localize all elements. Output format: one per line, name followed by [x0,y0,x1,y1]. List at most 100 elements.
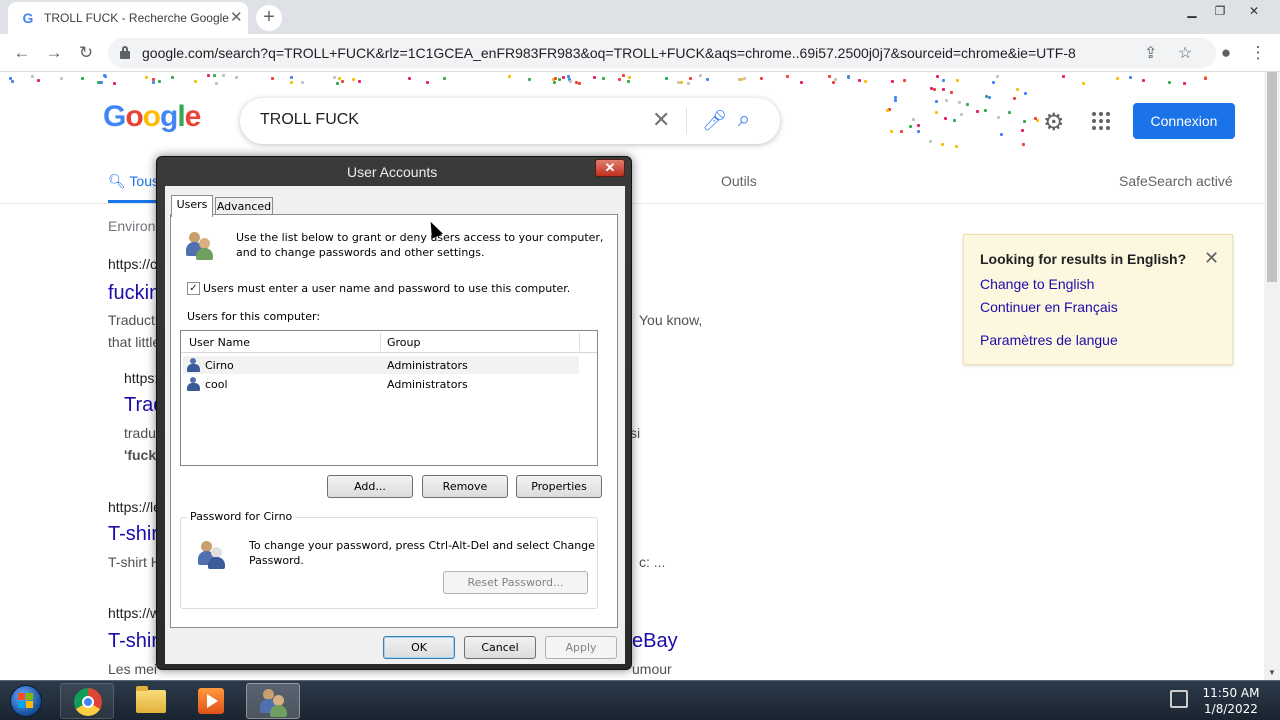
confetti-dot [665,77,669,81]
start-button[interactable] [4,682,48,720]
bookmark-star-icon[interactable]: ☆ [1178,43,1192,63]
confetti-dot [1142,79,1146,83]
tab-all[interactable]: 🔍︎ Tous [108,173,159,190]
column-user-name[interactable]: User Name [189,336,250,349]
folder-icon [136,686,166,713]
tab-tools[interactable]: Outils [721,173,757,189]
share-icon[interactable]: ⇪ [1144,43,1157,63]
confetti-dot [992,81,995,85]
users-list-label: Users for this computer: [187,310,321,323]
confetti-dot [996,75,1000,79]
page-scrollbar[interactable]: ▼ [1264,72,1280,680]
confetti-dot [553,77,557,81]
require-password-checkbox[interactable]: ✓ [187,282,200,295]
back-button[interactable]: ← [10,41,34,65]
result-url[interactable]: https: [124,370,158,386]
confetti-dot [561,75,565,79]
taskbar-chrome[interactable] [60,683,114,719]
system-clock[interactable]: 11:50 AM 1/8/2022 [1196,685,1266,717]
tab-users[interactable]: Users [171,195,213,217]
tab-title: TROLL FUCK - Recherche Google [44,11,229,25]
microphone-icon[interactable]: 🎤︎ [702,108,727,133]
apps-grid-icon[interactable] [1092,112,1110,130]
confetti-dot [909,125,913,129]
confetti-dot [834,77,838,81]
confetti-dot [680,81,684,85]
result-title[interactable]: T-shir [108,523,158,546]
tab-close-icon[interactable]: ✕ [230,10,243,26]
restore-button[interactable]: ❐ [1206,2,1234,20]
clear-search-icon[interactable]: ✕ [652,107,670,133]
continue-french-link[interactable]: Continuer en Français [980,299,1118,315]
user-row-cool[interactable]: cool Administrators [183,375,579,393]
browser-tab[interactable]: G TROLL FUCK - Recherche Google ✕ [8,2,248,34]
column-group[interactable]: Group [387,336,421,349]
minimize-button[interactable]: ▁ [1178,2,1206,20]
dismiss-icon[interactable]: ✕ [1204,248,1219,269]
url-text: google.com/search?q=TROLL+FUCK&rlz=1C1GC… [142,45,1076,61]
address-bar[interactable]: google.com/search?q=TROLL+FUCK&rlz=1C1GC… [108,38,1216,68]
change-to-english-link[interactable]: Change to English [980,276,1094,292]
settings-gear-icon[interactable]: ⚙ [1043,108,1065,137]
reload-button[interactable]: ↻ [74,41,98,65]
result-url[interactable]: https://w [108,605,160,621]
search-input[interactable]: TROLL FUCK [260,111,359,129]
result-title[interactable]: fuckin [108,282,160,305]
confetti-dot [593,75,597,79]
confetti-dot [145,75,149,79]
confetti-dot [1023,120,1027,124]
lock-icon[interactable] [120,46,130,59]
forward-button[interactable]: → [42,41,66,65]
taskbar-explorer[interactable] [124,683,178,719]
confetti-dot [988,96,992,100]
search-box[interactable]: TROLL FUCK ✕ 🎤︎ ⌕ [240,98,780,144]
confetti-dot [1016,87,1020,91]
ok-button[interactable]: OK [383,636,455,659]
confetti-dot [698,74,702,78]
search-icon[interactable]: ⌕ [738,106,750,132]
result-title-end[interactable]: eBay [632,630,678,653]
confetti-dot [157,80,161,84]
dialog-close-button[interactable]: ✕ [595,159,625,177]
user-name: Cirno [205,359,234,372]
properties-button[interactable]: Properties [516,475,602,498]
taskbar-media-player[interactable] [184,683,238,719]
language-suggestion-box: Looking for results in English? ✕ Change… [963,234,1233,365]
user-row-cirno[interactable]: Cirno Administrators [183,356,579,374]
new-tab-button[interactable]: + [256,5,282,31]
confetti-dot [152,77,156,81]
taskbar-user-accounts[interactable] [246,683,300,719]
remove-user-button[interactable]: Remove [422,475,508,498]
result-url[interactable]: https://c [108,256,157,272]
profile-icon[interactable]: ● [1214,41,1238,65]
confetti-dot [864,79,868,83]
confetti-dot [941,79,945,83]
password-user-icon [197,539,227,569]
scroll-down-icon[interactable]: ▼ [1268,668,1276,677]
menu-kebab-icon[interactable]: ⋮ [1246,41,1270,65]
confetti-dot [552,80,556,84]
close-window-button[interactable]: ✕ [1240,2,1268,20]
confetti-dot [942,87,946,91]
reset-password-button[interactable]: Reset Password... [443,571,588,594]
result-url[interactable]: https://le [108,499,161,515]
confetti-dot [916,123,920,127]
confetti-dot [1116,77,1120,81]
cancel-button[interactable]: Cancel [464,636,536,659]
scrollbar-thumb[interactable] [1267,72,1277,282]
result-snippet: T-shirt H [108,554,161,570]
safesearch-status[interactable]: SafeSearch activé [1119,173,1233,189]
add-user-button[interactable]: Add... [327,475,413,498]
result-title[interactable]: T-shir [108,630,158,653]
confetti-dot [151,81,155,85]
language-settings-link[interactable]: Paramètres de langue [980,332,1118,348]
sign-in-button[interactable]: Connexion [1133,103,1235,139]
google-doodle-logo[interactable]: Google [103,100,201,134]
users-listview[interactable]: User Name Group Cirno Administrators coo… [180,330,598,466]
intro-text: and to change passwords and other settin… [236,246,485,259]
apply-button[interactable]: Apply [545,636,617,659]
confetti-dot [1021,142,1025,146]
confetti-dot [443,76,447,80]
require-password-label[interactable]: Users must enter a user name and passwor… [203,282,570,295]
network-tray-icon[interactable] [1170,690,1188,708]
